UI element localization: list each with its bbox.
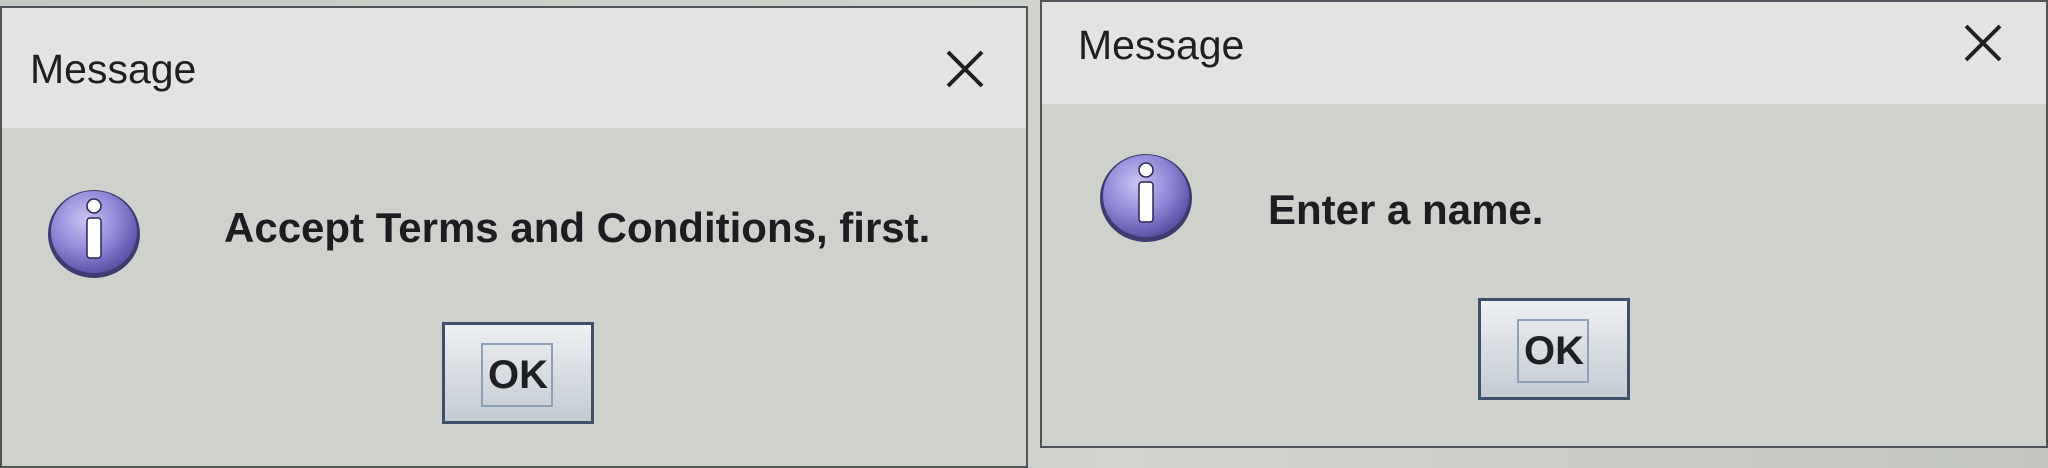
- dialog-title-bar[interactable]: Message: [2, 8, 1026, 128]
- dialog-title: Message: [30, 46, 197, 92]
- close-icon[interactable]: [942, 46, 988, 92]
- message-dialog-name: Message Enter a name. OK: [1040, 0, 2048, 448]
- info-icon: [1092, 140, 1200, 248]
- ok-button-label: OK: [1524, 329, 1584, 373]
- message-dialog-terms: Message Accept Terms and Conditions, fir…: [0, 6, 1028, 468]
- dialog-title: Message: [1078, 22, 1245, 68]
- ok-button[interactable]: OK: [442, 322, 594, 424]
- ok-button[interactable]: OK: [1478, 298, 1630, 400]
- dialog-message: Enter a name.: [1268, 186, 1544, 233]
- dialog-message: Accept Terms and Conditions, first.: [224, 204, 931, 251]
- ok-button-label: OK: [488, 353, 548, 397]
- info-icon: [40, 176, 148, 284]
- dialog-title-bar[interactable]: Message: [1042, 2, 2046, 104]
- close-icon[interactable]: [1960, 20, 2006, 66]
